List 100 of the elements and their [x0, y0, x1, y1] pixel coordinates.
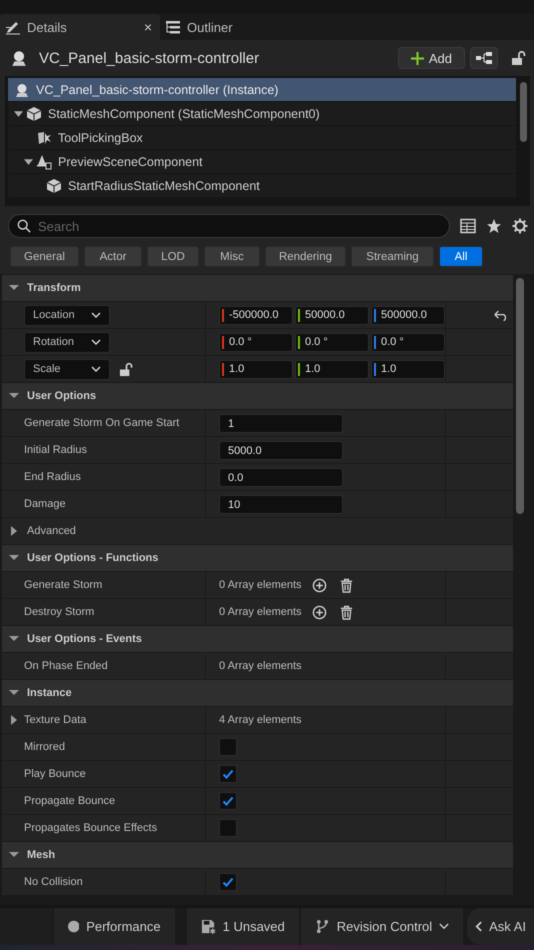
tree-item-label: PreviewSceneComponent — [58, 154, 203, 168]
expand-arrow-icon[interactable] — [9, 715, 19, 725]
transform-dropdown[interactable]: Location — [24, 304, 110, 326]
status-button[interactable]: Revision Control — [300, 908, 464, 945]
pencil-icon — [5, 19, 21, 35]
vector-field[interactable]: -500000.0 — [219, 306, 293, 324]
expand-arrow-icon[interactable] — [9, 634, 19, 644]
property-label: Mirrored — [24, 741, 65, 753]
status-button[interactable]: Performance — [54, 908, 175, 945]
number-field[interactable]: 0.0 — [219, 468, 343, 486]
expand-arrow-icon[interactable] — [9, 553, 19, 563]
trash-icon[interactable] — [338, 604, 354, 620]
settings-icon[interactable] — [512, 218, 528, 234]
reset-arrow-icon[interactable] — [494, 310, 508, 320]
vector-field[interactable]: 0.0 ° — [219, 332, 293, 352]
checkbox[interactable] — [219, 873, 237, 891]
add-button[interactable]: Add — [398, 47, 465, 69]
expand-arrow-icon[interactable] — [9, 526, 19, 536]
burst-icon — [36, 130, 52, 146]
search-icon — [17, 219, 31, 233]
section-header[interactable]: Transform — [2, 275, 513, 301]
scrollbar[interactable] — [516, 278, 524, 514]
number-field[interactable]: 5000.0 — [219, 440, 343, 460]
checkbox[interactable] — [219, 792, 237, 810]
array-count: 0 Array elements — [219, 579, 302, 591]
property-label: End Radius — [24, 471, 81, 483]
property-label: No Collision — [24, 876, 83, 888]
actor-icon — [10, 49, 28, 67]
tree-item-label: StartRadiusStaticMeshComponent — [68, 178, 260, 192]
search-field[interactable]: Search — [8, 214, 450, 238]
vector-field[interactable]: 1.0 — [371, 360, 445, 378]
array-count: 0 Array elements — [219, 660, 302, 672]
vector-field[interactable]: 1.0 — [295, 360, 369, 378]
status-button[interactable]: Ask AI — [467, 908, 534, 945]
filter-tab[interactable]: Misc — [204, 246, 260, 267]
expand-arrow-icon[interactable] — [9, 283, 19, 293]
checkbox[interactable] — [219, 765, 237, 783]
cube-icon — [46, 178, 62, 194]
vector-field[interactable]: 500000.0 — [371, 306, 445, 324]
checkmark-icon — [222, 876, 234, 888]
filter-tab[interactable]: LOD — [147, 246, 199, 267]
filter-tab[interactable]: Streaming — [351, 246, 434, 267]
section-header[interactable]: User Options - Functions — [2, 545, 513, 571]
chevron-down-icon — [91, 312, 101, 318]
chevron-down-icon — [91, 366, 101, 372]
branch-icon — [314, 919, 330, 934]
filter-tab[interactable]: All — [439, 246, 483, 267]
trash-icon[interactable] — [338, 578, 354, 592]
property-label: Damage — [24, 498, 66, 510]
list-icon — [165, 19, 181, 35]
expand-arrow-icon[interactable] — [9, 850, 19, 860]
property-label: Generate Storm On Game Start — [24, 417, 180, 429]
actor-icon — [14, 82, 30, 98]
array-count: 0 Array elements — [219, 606, 302, 618]
hierarchy-button[interactable] — [470, 47, 498, 69]
tree-item[interactable]: ToolPickingBox — [8, 126, 516, 149]
panel-tab[interactable]: Outliner — [160, 14, 270, 40]
unlock-icon[interactable] — [119, 362, 134, 376]
expand-arrow-icon[interactable] — [9, 688, 19, 698]
status-button[interactable]: 1 Unsaved — [186, 908, 299, 945]
tree-item[interactable]: VC_Panel_basic-storm-controller (Instance) — [8, 78, 516, 101]
section-header[interactable]: User Options - Events — [2, 626, 513, 652]
tree-item[interactable]: StaticMeshComponent (StaticMeshComponent0) — [8, 102, 516, 125]
transform-dropdown[interactable]: Rotation — [24, 332, 110, 352]
checkmark-icon — [222, 795, 234, 807]
section-header[interactable]: Mesh — [2, 842, 513, 868]
vector-field[interactable]: 0.0 ° — [371, 332, 445, 352]
add-icon[interactable] — [312, 604, 327, 620]
tree-item-label: VC_Panel_basic-storm-controller (Instance) — [36, 82, 278, 96]
number-field[interactable]: 10 — [219, 494, 343, 514]
expand-arrow-icon[interactable] — [9, 391, 19, 401]
filter-tab[interactable]: General — [10, 246, 79, 267]
property-label: Propagates Bounce Effects — [24, 822, 158, 834]
group-label[interactable]: Advanced — [27, 525, 76, 537]
expand-arrow-icon[interactable] — [24, 157, 33, 166]
number-field[interactable]: 1 — [219, 414, 343, 432]
panel-tab[interactable]: Details × — [0, 14, 160, 40]
section-header[interactable]: User Options — [2, 383, 513, 409]
property-label: Generate Storm — [24, 579, 102, 591]
vector-field[interactable]: 0.0 ° — [295, 332, 369, 352]
transform-dropdown[interactable]: Scale — [24, 358, 110, 380]
tree-item-label: ToolPickingBox — [58, 130, 143, 144]
filter-tab[interactable]: Actor — [84, 246, 142, 267]
scrollbar[interactable] — [520, 82, 527, 142]
expand-arrow-icon[interactable] — [14, 109, 23, 118]
array-count: 4 Array elements — [219, 714, 302, 726]
add-icon[interactable] — [312, 578, 327, 592]
checkbox[interactable] — [219, 819, 237, 837]
table-icon[interactable] — [460, 218, 476, 234]
tree-item[interactable]: StartRadiusStaticMeshComponent — [8, 174, 516, 197]
tree-item[interactable]: PreviewSceneComponent — [8, 150, 516, 173]
unlock-icon[interactable] — [510, 50, 526, 66]
star-icon[interactable] — [486, 218, 502, 234]
checkbox[interactable] — [219, 738, 237, 756]
close-button[interactable]: × — [144, 19, 152, 35]
property-label: Propagate Bounce — [24, 795, 116, 807]
vector-field[interactable]: 50000.0 — [295, 306, 369, 324]
section-header[interactable]: Instance — [2, 680, 513, 706]
vector-field[interactable]: 1.0 — [219, 360, 293, 378]
filter-tab[interactable]: Rendering — [265, 246, 346, 267]
